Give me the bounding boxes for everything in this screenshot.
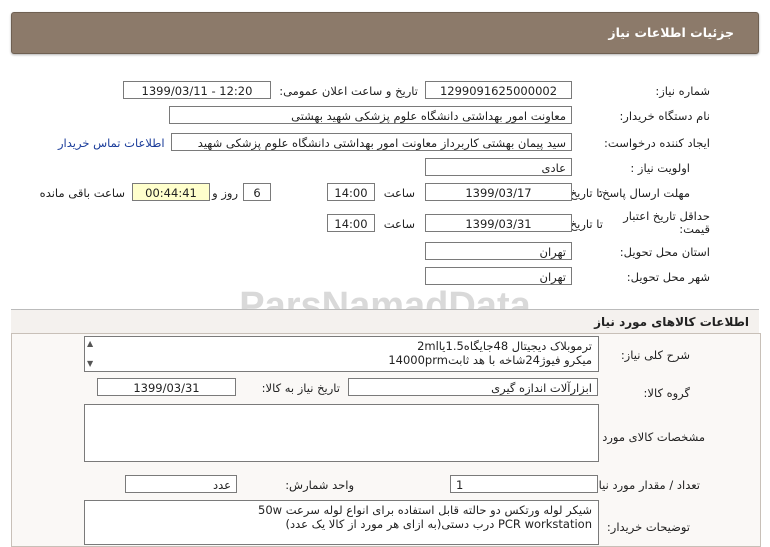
deadline-date-field: 1399/03/17 <box>425 183 572 201</box>
creator-label: ایجاد کننده درخواست: <box>604 136 710 150</box>
validity-time-label: ساعت <box>383 217 415 231</box>
need-number-label: شماره نیاز: <box>655 84 710 98</box>
city-label: شهر محل تحویل: <box>626 270 710 284</box>
province-field: تهران <box>425 242 572 260</box>
desc-line-1: ترموبلاک دیجیتال 48جایگاه1.5یا2ml <box>417 339 592 353</box>
desc-textarea[interactable]: ترموبلاک دیجیتال 48جایگاه1.5یا2ml میکرو … <box>84 336 599 372</box>
qty-field: 1 <box>450 475 598 493</box>
announce-label: تاریخ و ساعت اعلان عمومی: <box>279 84 418 98</box>
deadline-time-label: ساعت <box>383 186 415 200</box>
validity-label: حداقل تاریخ اعتبار قیمت: <box>623 209 710 236</box>
buyer-notes-line-1: شیکر لوله ورتکس دو حالته قابل استفاده بر… <box>258 503 592 517</box>
deadline-label: مهلت ارسال پاسخ: <box>598 186 690 200</box>
announce-field: 1399/03/11 - 12:20 <box>123 81 271 99</box>
scroll-up-icon[interactable]: ▲ <box>87 337 93 351</box>
need-date-label: تاریخ نیاز به کالا: <box>261 381 340 395</box>
goods-section-title: اطلاعات کالاهای مورد نیاز <box>594 315 749 329</box>
remaining-time-field: 00:44:41 <box>132 183 210 201</box>
group-field: ابزارآلات اندازه گیری <box>348 378 598 396</box>
priority-field: عادی <box>425 158 572 176</box>
buyer-label: نام دستگاه خریدار: <box>619 109 710 123</box>
specs-textarea[interactable] <box>84 404 599 462</box>
deadline-time-field: 14:00 <box>327 183 375 201</box>
contact-info-link[interactable]: اطلاعات تماس خریدار <box>58 136 165 150</box>
scroll-down-icon[interactable]: ▼ <box>87 357 93 371</box>
buyer-notes-textarea[interactable]: شیکر لوله ورتکس دو حالته قابل استفاده بر… <box>84 500 599 545</box>
goods-section-header: اطلاعات کالاهای مورد نیاز <box>11 309 759 334</box>
days-field: 6 <box>243 183 271 201</box>
city-field: تهران <box>425 267 572 285</box>
buyer-notes-label: توضیحات خریدار: <box>606 520 690 534</box>
unit-field: عدد <box>125 475 237 493</box>
remaining-label: ساعت باقی مانده <box>39 186 125 200</box>
validity-date-field: 1399/03/31 <box>425 214 572 232</box>
days-label: روز و <box>212 186 238 200</box>
page-title: جزئیات اطلاعات نیاز <box>608 25 734 40</box>
group-label: گروه کالا: <box>643 386 690 400</box>
province-label: استان محل تحویل: <box>619 245 710 259</box>
page-header: جزئیات اطلاعات نیاز <box>11 12 759 54</box>
need-date-field: 1399/03/31 <box>97 378 236 396</box>
validity-time-field: 14:00 <box>327 214 375 232</box>
priority-label: اولویت نیاز : <box>630 161 690 175</box>
qty-label: تعداد / مقدار مورد نیاز: <box>589 478 700 492</box>
desc-label: شرح کلی نیاز: <box>620 348 690 362</box>
buyer-notes-line-2: PCR workstation درب دستی(به ازای هر مورد… <box>285 517 592 531</box>
creator-field: سید پیمان بهشتی کاربرداز معاونت امور بهد… <box>171 133 572 151</box>
buyer-field: معاونت امور بهداشتی دانشگاه علوم پزشکی ش… <box>169 106 572 124</box>
desc-line-2: میکرو فیوژ24شاخه با هد ثابت14000prm <box>388 353 592 367</box>
need-number-field: 1299091625000002 <box>425 81 572 99</box>
unit-label: واحد شمارش: <box>285 478 354 492</box>
